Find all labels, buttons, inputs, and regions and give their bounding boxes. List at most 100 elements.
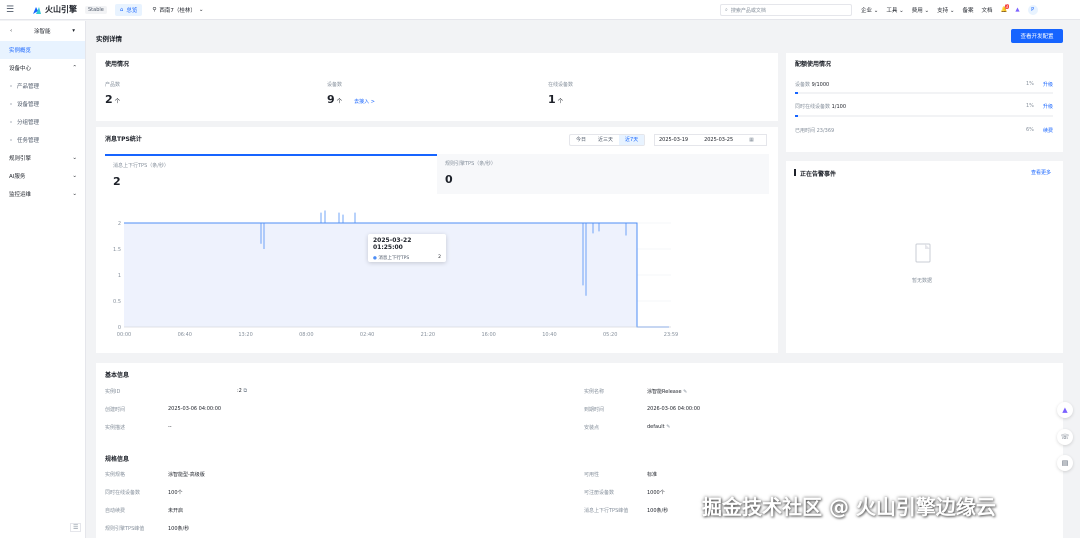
y-tick-label: 0 [118,325,121,331]
tooltip-time: 2025-03-22 01:25:00 [373,237,412,251]
usage-title: 使用情况 [105,61,130,68]
metric-label: 消息上下行TPS（条/秒） [113,163,169,169]
chevron-left-icon[interactable]: ‹ [10,28,12,34]
expire-time-value: 2026-03-06 04:00:00 [647,406,701,412]
range-3days[interactable]: 近三天 [592,135,619,145]
calendar-icon: ▦ [749,137,754,143]
top-nav: 企业 ⌄ 工具 ⌄ 费用 ⌄ 支持 ⌄ 备案 文档 🔔 3 ▲ P [861,0,1038,20]
date-range-picker[interactable]: 2025-03-19 2025-03-25 ▦ [654,134,767,146]
tooltip-row: ● 消息上下行TPS 2 [373,255,441,261]
nav-support[interactable]: 支持 ⌄ [937,6,954,14]
nav-tools[interactable]: 工具 ⌄ [886,6,903,14]
field-label: 到期时间 [584,407,605,413]
nav-filing[interactable]: 备案 [963,6,974,14]
quota-pct: 1% [1026,81,1034,87]
nav-billing[interactable]: 费用 ⌄ [912,6,929,14]
stat-label: 设备数 [327,82,343,88]
region-selector[interactable]: ⚲ 西南7（桂林） ⌄ [152,6,203,14]
x-tick-label: 16:00 [481,332,495,338]
field-label: 规则引擎TPS峰值 [105,526,145,532]
product-switcher[interactable]: ‹ 涂智能 ▾ [0,21,85,41]
empty-state-icon [915,243,931,263]
nav-enterprise[interactable]: 企业 ⌄ [861,6,878,14]
sidebar-item-task-mgmt[interactable]: 任务管理 [0,131,85,149]
upgrade-link[interactable]: 升级 [1043,103,1053,110]
usage-card: 使用情况 产品数 2个 设备数 9 个去接入 > 在线设备数 1个 [96,53,778,121]
alerts-card: 正在告警事件 查看更多 暂无数据 [786,161,1063,353]
quota-pct: 1% [1026,103,1034,109]
feedback-float-button[interactable]: ▤ [1057,455,1073,471]
metric-value: 0 [445,173,453,186]
metric-tab-rule[interactable]: 规则引擎TPS（条/秒） 0 [437,154,769,194]
support-float-button[interactable]: ☏ [1057,429,1073,445]
collapse-sidebar-icon[interactable]: ☰ [70,523,82,532]
spec-value: 未开启 [168,508,184,514]
logo-mark-icon [33,6,41,14]
view-more-link[interactable]: 查看更多 [1031,169,1051,176]
upgrade-link[interactable]: 升级 [1043,81,1053,88]
sidebar-item-device-center[interactable]: 设备中心 ⌃ [0,59,85,77]
stat-label: 产品数 [105,82,121,88]
field-label: 实例规格 [105,472,126,478]
ai-assistant-icon[interactable]: ▲ [1015,7,1019,13]
sidebar-item-instance-overview[interactable]: 实例概览 [0,41,85,59]
copy-icon[interactable]: ⧉ [243,388,247,394]
y-tick-label: 2 [118,221,121,227]
basic-info-title: 基本信息 [105,372,130,379]
chevron-down-icon: ⌄ [198,6,204,13]
ai-assistant-float-button[interactable]: ▲ [1057,402,1073,418]
description-value: -- [168,424,172,430]
x-tick-label: 02:40 [360,332,374,338]
overview-tab-label: 总览 [126,7,138,14]
spec-value: 标准 [647,472,658,478]
sidebar-item-device-mgmt[interactable]: 设备管理 [0,95,85,113]
series-dot-icon: ● [373,256,377,261]
range-7days[interactable]: 近7天 [619,135,645,145]
spec-value: 100条/秒 [168,526,190,532]
logo[interactable]: 火山引擎 [32,4,77,15]
quota-row-devices: 设备数 9/1000 [795,82,830,88]
y-tick-label: 1 [118,273,121,279]
quota-pct: 6% [1026,127,1034,133]
quota-row-time: 已用时间 23/369 [795,128,835,134]
search-input[interactable]: ⌕ 搜索产品或文档 [720,4,852,16]
logo-text: 火山引擎 [45,5,77,14]
notification-button[interactable]: 🔔 3 [1001,4,1010,13]
sidebar-item-rule-engine[interactable]: 规则引擎 ⌄ [0,149,85,167]
stat-label: 在线设备数 [548,82,574,88]
x-tick-label: 06:40 [178,332,192,338]
metric-tab-msg[interactable]: 消息上下行TPS（条/秒） 2 [105,154,437,194]
tps-card: 消息TPS统计 今日 近三天 近7天 2025-03-19 2025-03-25… [96,127,778,353]
top-bar: ☰ 火山引擎 Stable ⌂ 总览 ⚲ 西南7（桂林） ⌄ ⌕ 搜索产品或文档… [0,0,1080,20]
quota-row-online: 同时在线设备数 1/100 [795,104,847,110]
edit-icon[interactable]: ✎ [683,389,687,395]
sidebar-item-ai-service[interactable]: AI服务 ⌄ [0,167,85,185]
field-label: 同时在线设备数 [105,490,141,496]
location-icon: ⚲ [152,6,157,13]
renew-link[interactable]: 续费 [1043,127,1053,134]
install-point-value: default ✎ [647,424,671,430]
nav-docs[interactable]: 文档 [982,6,993,14]
sidebar-item-monitoring[interactable]: 监控运维 ⌄ [0,185,85,203]
sidebar-item-group-mgmt[interactable]: 分组管理 [0,113,85,131]
spec-info-title: 规格信息 [105,456,130,463]
edit-icon[interactable]: ✎ [666,424,670,430]
spec-value: 100个 [168,490,183,496]
notification-badge: 3 [1004,4,1010,9]
field-label: 安装点 [584,425,600,431]
range-today[interactable]: 今日 [570,135,592,145]
sidebar-item-product-mgmt[interactable]: 产品管理 [0,77,85,95]
watermark: 掘金技术社区 @ 火山引擎边缘云 [702,495,996,519]
overview-tab[interactable]: ⌂ 总览 [114,3,143,16]
spec-value: 1000个 [647,490,665,496]
home-icon: ⌂ [119,6,124,13]
menu-icon[interactable]: ☰ [6,5,22,15]
field-label: 创建时间 [105,407,126,413]
field-label: 实例名称 [584,389,605,395]
avatar[interactable]: P [1027,5,1038,15]
chevron-down-icon: ⌄ [72,173,77,179]
view-dev-config-button[interactable]: 查看开发配置 [1011,29,1063,43]
connect-device-link[interactable]: 去接入 > [354,98,375,105]
quota-title: 配额使用情况 [795,61,832,68]
date-end: 2025-03-25 [704,137,734,143]
